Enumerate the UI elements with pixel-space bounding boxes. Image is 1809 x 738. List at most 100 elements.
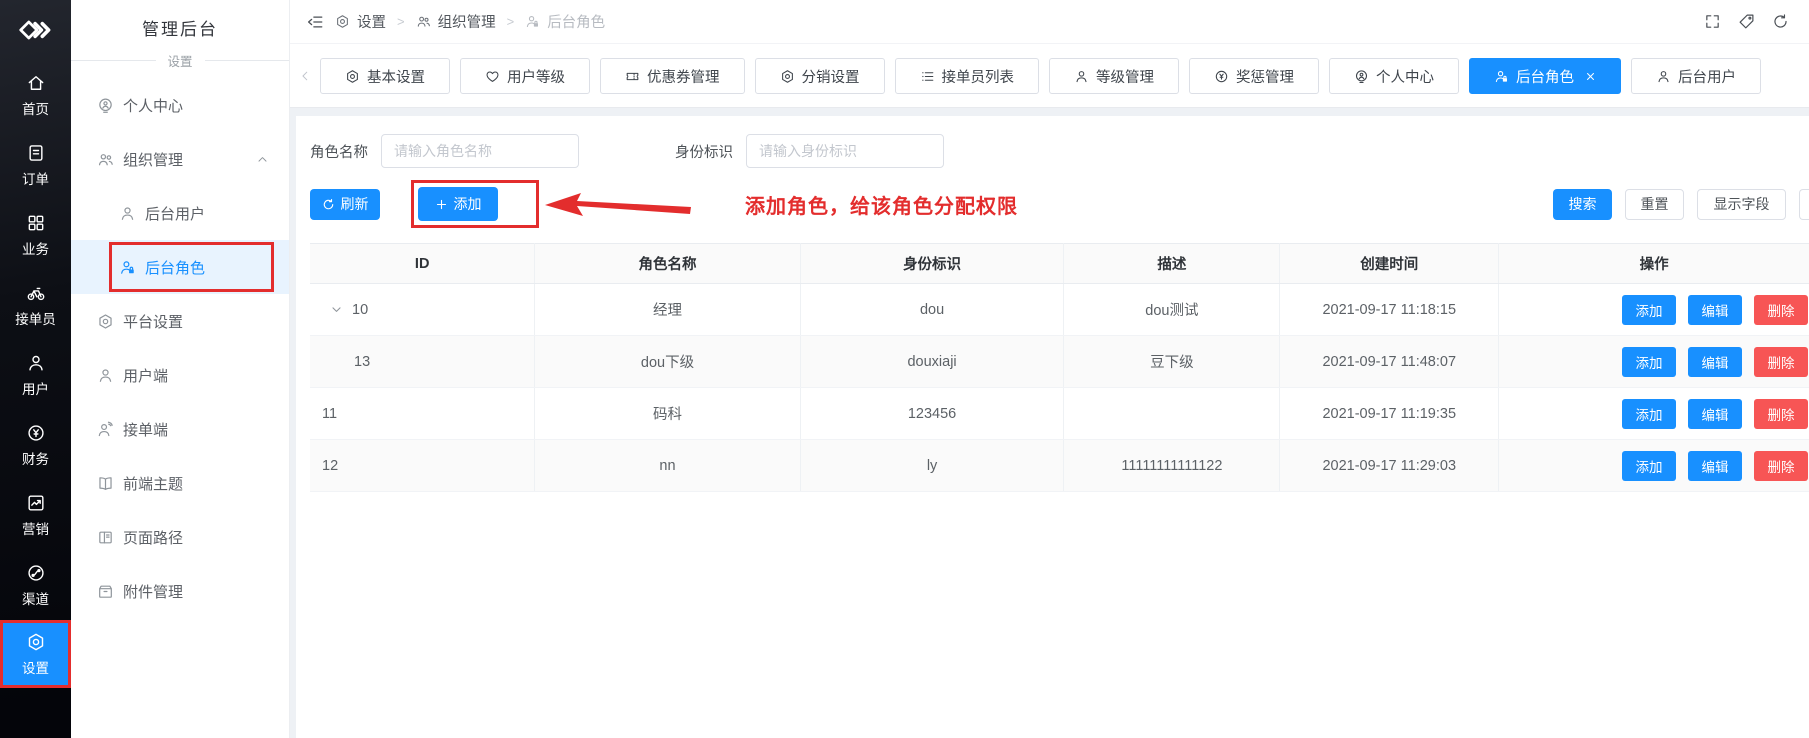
row-delete-button[interactable]: 删除 — [1754, 399, 1808, 429]
tags-icon[interactable] — [1738, 13, 1755, 30]
table-row: 11 码科 123456 2021-09-17 11:19:35 添加 编辑 删… — [310, 388, 1809, 440]
tab-backend-users[interactable]: 后台用户 — [1631, 58, 1761, 94]
table-row: 10 经理 dou dou测试 2021-09-17 11:18:15 添加 编… — [310, 284, 1809, 336]
tab-label: 接单员列表 — [942, 66, 1015, 87]
gear-icon — [26, 632, 46, 652]
row-add-button[interactable]: 添加 — [1622, 451, 1676, 481]
app-logo — [0, 0, 71, 60]
submenu-item-organization[interactable]: 组织管理 — [71, 132, 289, 186]
breadcrumb-organization[interactable]: 组织管理 — [416, 11, 496, 32]
tab-basic-settings[interactable]: 基本设置 — [320, 58, 450, 94]
column-header-actions: 操作 — [1499, 244, 1809, 284]
rail-item-home[interactable]: 首页 — [0, 60, 71, 130]
fullscreen-icon[interactable] — [1704, 13, 1721, 30]
show-fields-button[interactable]: 显示字段 — [1697, 189, 1786, 220]
cell-role-name: dou下级 — [535, 336, 800, 388]
submenu-item-user-client[interactable]: 用户端 — [71, 348, 289, 402]
clipped-edge-button[interactable] — [1799, 189, 1809, 220]
tab-scroll-left-icon[interactable] — [298, 69, 320, 83]
tab-label: 基本设置 — [367, 66, 425, 87]
row-add-button[interactable]: 添加 — [1622, 347, 1676, 377]
person-icon — [1656, 69, 1671, 84]
tab-profile[interactable]: 个人中心 — [1329, 58, 1459, 94]
refresh-button[interactable]: 刷新 — [310, 189, 380, 220]
submenu-item-courier-client[interactable]: 接单端 — [71, 402, 289, 456]
submenu-section-label: 设置 — [156, 51, 205, 70]
gear-icon — [97, 313, 114, 330]
breadcrumb-settings[interactable]: 设置 — [335, 11, 386, 32]
cell-description: dou测试 — [1064, 284, 1280, 336]
roles-table: ID 角色名称 身份标识 描述 创建时间 操作 10 经理 — [310, 243, 1809, 492]
submenu-item-page-paths[interactable]: 页面路径 — [71, 510, 289, 564]
reset-button[interactable]: 重置 — [1625, 189, 1684, 220]
annotation-text: 添加角色，给该角色分配权限 — [745, 190, 1018, 219]
submenu-item-backend-users[interactable]: 后台用户 — [71, 186, 289, 240]
row-delete-button[interactable]: 删除 — [1754, 347, 1808, 377]
cell-description: 豆下级 — [1064, 336, 1280, 388]
row-add-button[interactable]: 添加 — [1622, 399, 1676, 429]
row-edit-button[interactable]: 编辑 — [1688, 451, 1742, 481]
settings-submenu: 管理后台 设置 个人中心 组织管理 后台用户 后台角色 平台设置 用户端 接单端… — [71, 0, 290, 738]
tab-level-management[interactable]: 等级管理 — [1049, 58, 1179, 94]
row-edit-button[interactable]: 编辑 — [1688, 347, 1742, 377]
cell-id: 10 — [352, 302, 368, 318]
row-delete-button[interactable]: 删除 — [1754, 451, 1808, 481]
heart-icon — [485, 69, 500, 84]
breadcrumb-bar: 设置 > 组织管理 > 后台角色 — [290, 0, 1809, 44]
cell-description: 11111111111122 — [1064, 440, 1280, 492]
cell-created-at: 2021-09-17 11:29:03 — [1280, 440, 1499, 492]
tab-user-levels[interactable]: 用户等级 — [460, 58, 590, 94]
refresh-button-label: 刷新 — [341, 194, 369, 214]
tab-label: 个人中心 — [1376, 66, 1434, 87]
tab-distribution-settings[interactable]: 分销设置 — [755, 58, 885, 94]
rail-item-channel[interactable]: 渠道 — [0, 550, 71, 620]
ticket-icon — [625, 69, 640, 84]
breadcrumb-backend-roles: 后台角色 — [525, 11, 605, 32]
collapse-caret-icon[interactable] — [256, 153, 269, 166]
cell-identity: douxiaji — [800, 336, 1064, 388]
submenu-item-frontend-theme[interactable]: 前端主题 — [71, 456, 289, 510]
tab-rewards-penalties[interactable]: 奖惩管理 — [1189, 58, 1319, 94]
rail-item-finance[interactable]: 财务 — [0, 410, 71, 480]
rail-item-orders[interactable]: 订单 — [0, 130, 71, 200]
tab-backend-roles[interactable]: 后台角色 — [1469, 58, 1621, 94]
role-name-input[interactable] — [381, 134, 579, 168]
table-row: 12 nn ly 11111111111122 2021-09-17 11:29… — [310, 440, 1809, 492]
row-edit-button[interactable]: 编辑 — [1688, 295, 1742, 325]
column-header-identity: 身份标识 — [800, 244, 1064, 284]
logo-icon — [18, 19, 54, 41]
tab-label: 用户等级 — [507, 66, 565, 87]
tab-coupons[interactable]: 优惠券管理 — [600, 58, 745, 94]
column-header-description: 描述 — [1064, 244, 1280, 284]
chart-icon — [26, 493, 46, 513]
sidebar-fold-icon[interactable] — [306, 13, 324, 31]
submenu-item-platform-settings[interactable]: 平台设置 — [71, 294, 289, 348]
person-pin-icon — [97, 97, 114, 114]
rail-item-business[interactable]: 业务 — [0, 200, 71, 270]
cell-identity: dou — [800, 284, 1064, 336]
tab-label: 后台用户 — [1678, 66, 1736, 87]
search-button[interactable]: 搜索 — [1553, 189, 1612, 220]
rail-item-marketing[interactable]: 营销 — [0, 480, 71, 550]
topbar-actions — [1704, 13, 1789, 30]
cell-role-name: 码科 — [535, 388, 800, 440]
book-icon — [97, 475, 114, 492]
submenu-item-profile[interactable]: 个人中心 — [71, 78, 289, 132]
rail-item-label: 接单员 — [15, 308, 56, 328]
row-expand-icon[interactable] — [330, 303, 343, 316]
submenu-item-attachments[interactable]: 附件管理 — [71, 564, 289, 618]
refresh-icon[interactable] — [1772, 13, 1789, 30]
tab-courier-list[interactable]: 接单员列表 — [895, 58, 1040, 94]
submenu-item-backend-roles[interactable]: 后台角色 — [71, 240, 289, 294]
tab-close-icon[interactable] — [1585, 71, 1596, 82]
submenu-item-label: 个人中心 — [123, 95, 183, 116]
row-add-button[interactable]: 添加 — [1622, 295, 1676, 325]
person-icon — [1074, 69, 1089, 84]
rail-item-settings[interactable]: 设置 — [0, 620, 71, 688]
row-delete-button[interactable]: 删除 — [1754, 295, 1808, 325]
rail-item-users[interactable]: 用户 — [0, 340, 71, 410]
row-edit-button[interactable]: 编辑 — [1688, 399, 1742, 429]
add-role-button[interactable]: 添加 — [418, 187, 498, 221]
identity-input[interactable] — [746, 134, 944, 168]
rail-item-courier[interactable]: 接单员 — [0, 270, 71, 340]
